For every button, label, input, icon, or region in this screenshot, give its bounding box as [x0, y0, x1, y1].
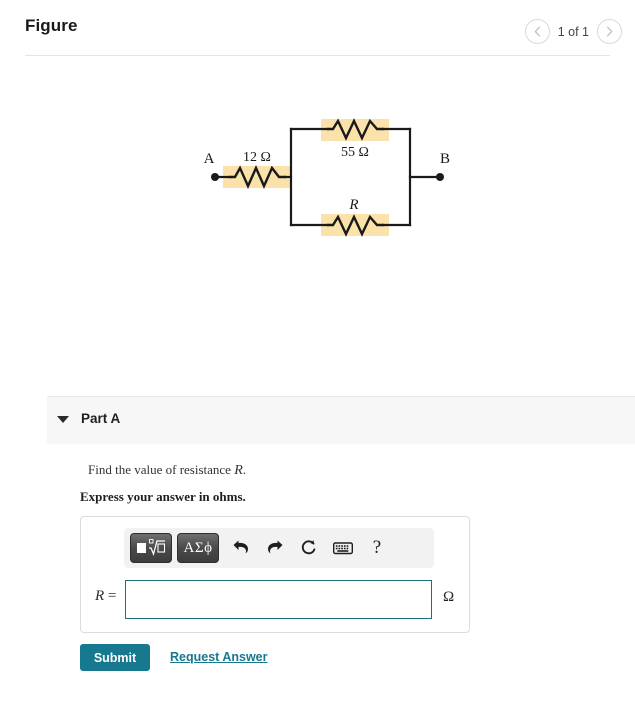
answer-input-row: R = Ω [81, 577, 471, 622]
request-answer-link[interactable]: Request Answer [170, 650, 267, 664]
page-title: Figure [25, 16, 78, 35]
answer-input[interactable] [125, 580, 432, 619]
question-prompt-text: Find the value of resistance [88, 462, 235, 477]
undo-button[interactable] [224, 533, 258, 563]
part-a-header[interactable]: Part A [47, 396, 635, 444]
figure-pager: 1 of 1 [524, 19, 622, 44]
terminal-b-label: B [440, 151, 450, 167]
caret-down-icon[interactable] [57, 416, 69, 423]
chevron-left-icon [534, 26, 540, 37]
nth-root-icon [137, 539, 166, 557]
math-toolbar: ΑΣϕ ? [124, 528, 434, 568]
answer-instruction: Express your answer in ohms. [80, 489, 246, 504]
next-figure-button[interactable] [597, 19, 622, 44]
redo-arrow-icon [268, 540, 283, 554]
question-prompt: Find the value of resistance R. [88, 462, 246, 479]
answer-unit-label: Ω [443, 589, 455, 605]
terminal-a-dot [211, 173, 219, 181]
question-suffix: . [242, 462, 247, 477]
part-a-title: Part A [81, 411, 121, 426]
help-button[interactable]: ? [360, 533, 394, 563]
math-template-button[interactable] [130, 533, 172, 563]
greek-symbols-button[interactable]: ΑΣϕ [177, 533, 219, 563]
pager-label: 1 of 1 [557, 24, 589, 39]
question-variable: R [234, 463, 243, 478]
answer-variable: R [95, 588, 105, 604]
figure-area: A B 12 Ω 55 Ω R [0, 56, 635, 388]
answer-variable-label: R = [95, 588, 116, 605]
circuit-diagram: A B 12 Ω 55 Ω R [204, 118, 450, 237]
reset-circular-arrow-icon [301, 540, 316, 555]
terminal-b-dot [436, 173, 444, 181]
reset-button[interactable] [292, 533, 326, 563]
terminal-a-label: A [204, 151, 215, 167]
answer-panel: ΑΣϕ ? R = Ω [80, 516, 470, 633]
chevron-right-icon [607, 26, 613, 37]
figure-header: Figure 1 of 1 [0, 0, 635, 55]
redo-button[interactable] [258, 533, 292, 563]
prev-figure-button[interactable] [524, 19, 550, 44]
keyboard-icon [333, 542, 353, 555]
undo-arrow-icon [233, 540, 248, 554]
parallel-bottom-resistor-label: R [348, 197, 358, 213]
equals-sign: = [107, 588, 117, 604]
submit-button[interactable]: Submit [80, 644, 150, 671]
parallel-top-resistor-label: 55 Ω [341, 145, 369, 160]
keyboard-button[interactable] [326, 533, 360, 563]
series-resistor-label: 12 Ω [243, 150, 271, 165]
